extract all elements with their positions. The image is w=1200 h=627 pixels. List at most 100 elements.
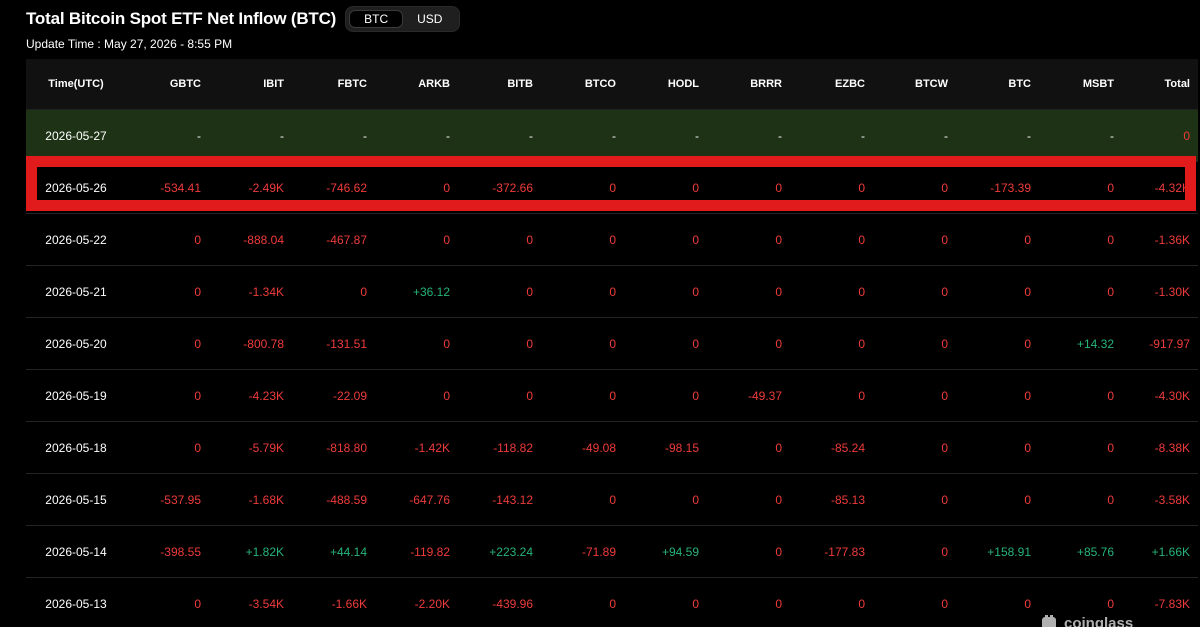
table-row[interactable]: 2026-05-21 0 -1.34K 0 +36.12 0 0 0 0 0 0 0 0 -1.30K: [26, 265, 1198, 318]
cell-msbt: -: [1039, 109, 1122, 162]
cell-bitb: -: [458, 109, 541, 162]
table-body: 2026-05-27- - - - - - - - - - - -0 2026-05-26 -534.41…: [26, 109, 1198, 627]
cell-ibit: -: [209, 109, 292, 162]
cell-ibit: -888.04: [209, 213, 292, 266]
table-row[interactable]: 2026-05-15 -537.95 -1.68K -488.59 -647.76 -14…: [26, 473, 1198, 526]
cell-ibit: +1.82K: [209, 525, 292, 578]
column-header-btc[interactable]: BTC: [956, 59, 1039, 110]
cell-bitb: +223.24: [458, 525, 541, 578]
column-header-btco[interactable]: BTCO: [541, 59, 624, 110]
unit-option-btc[interactable]: BTC: [349, 10, 404, 28]
cell-btco: -71.89: [541, 525, 624, 578]
cell-msbt: 0: [1039, 421, 1122, 474]
cell-total: 0: [1122, 109, 1198, 162]
column-header-fbtc[interactable]: FBTC: [292, 59, 375, 110]
cell-ezbc: 0: [790, 577, 873, 627]
cell-fbtc: -22.09: [292, 369, 375, 422]
cell-bitb: 0: [458, 213, 541, 266]
cell-ezbc: 0: [790, 265, 873, 318]
cell-brrr: -49.37: [707, 369, 790, 422]
cell-btc: 0: [956, 473, 1039, 526]
cell-btcw: 0: [873, 213, 956, 266]
cell-gbtc: 0: [126, 265, 209, 318]
cell-btco: -49.08: [541, 421, 624, 474]
cell-btc: 0: [956, 369, 1039, 422]
cell-fbtc: -746.62: [292, 161, 375, 214]
column-header-gbtc[interactable]: GBTC: [126, 59, 209, 110]
cell-gbtc: -537.95: [126, 473, 209, 526]
cell-hodl: 0: [624, 577, 707, 627]
cell-bitb: -372.66: [458, 161, 541, 214]
table-row[interactable]: 2026-05-13 0 -3.54K -1.66K -2.20K -439.96 0 0 0 0…: [26, 577, 1198, 627]
cell-btco: 0: [541, 317, 624, 370]
cell-fbtc: -1.66K: [292, 577, 375, 627]
cell-total: -7.83K: [1122, 577, 1198, 627]
table-row[interactable]: 2026-05-18 0 -5.79K -818.80 -1.42K -118.82 -49…: [26, 421, 1198, 474]
coinglass-logo-icon: [1042, 615, 1056, 627]
cell-bitb: -118.82: [458, 421, 541, 474]
column-header-bitb[interactable]: BITB: [458, 59, 541, 110]
table-row[interactable]: 2026-05-20 0 -800.78 -131.51 0 0 0 0 0 0 0 0 +14.32-…: [26, 317, 1198, 370]
column-header-msbt[interactable]: MSBT: [1039, 59, 1122, 110]
cell-bitb: -143.12: [458, 473, 541, 526]
column-header-brrr[interactable]: BRRR: [707, 59, 790, 110]
table-row[interactable]: 2026-05-26 -534.41 -2.49K -746.62 0 -372.66 0 0…: [26, 161, 1198, 214]
cell-arkb: -2.20K: [375, 577, 458, 627]
column-header-ibit[interactable]: IBIT: [209, 59, 292, 110]
cell-btc: 0: [956, 265, 1039, 318]
cell-btco: 0: [541, 265, 624, 318]
column-header-hodl[interactable]: HODL: [624, 59, 707, 110]
cell-msbt: 0: [1039, 265, 1122, 318]
cell-brrr: -: [707, 109, 790, 162]
cell-arkb: -119.82: [375, 525, 458, 578]
unit-option-usd[interactable]: USD: [403, 10, 456, 28]
cell-btcw: 0: [873, 577, 956, 627]
cell-btcw: 0: [873, 317, 956, 370]
row-date: 2026-05-20: [26, 317, 126, 370]
cell-gbtc: 0: [126, 213, 209, 266]
column-header-arkb[interactable]: ARKB: [375, 59, 458, 110]
row-date: 2026-05-13: [26, 577, 126, 627]
row-date: 2026-05-26: [26, 161, 126, 214]
cell-ezbc: 0: [790, 369, 873, 422]
unit-toggle: BTC USD: [345, 6, 461, 32]
column-header-total[interactable]: Total: [1122, 59, 1198, 110]
cell-hodl: -98.15: [624, 421, 707, 474]
table-header-row: Time(UTC) GBTC IBIT FBTC ARKB BITB BTCO HODL BRR…: [26, 59, 1198, 110]
cell-arkb: 0: [375, 213, 458, 266]
cell-btc: 0: [956, 421, 1039, 474]
cell-btcw: 0: [873, 369, 956, 422]
coinglass-watermark: coinglass: [1040, 614, 1133, 627]
cell-brrr: 0: [707, 421, 790, 474]
cell-arkb: 0: [375, 161, 458, 214]
cell-bitb: 0: [458, 317, 541, 370]
cell-ezbc: -85.24: [790, 421, 873, 474]
cell-btcw: 0: [873, 421, 956, 474]
cell-brrr: 0: [707, 265, 790, 318]
cell-fbtc: -131.51: [292, 317, 375, 370]
cell-gbtc: 0: [126, 317, 209, 370]
cell-ezbc: -85.13: [790, 473, 873, 526]
column-header-ezbc[interactable]: EZBC: [790, 59, 873, 110]
row-date: 2026-05-27: [26, 109, 126, 162]
row-date: 2026-05-21: [26, 265, 126, 318]
cell-arkb: -647.76: [375, 473, 458, 526]
column-header-time-utc[interactable]: Time(UTC): [26, 59, 126, 110]
table-row[interactable]: 2026-05-27- - - - - - - - - - - -0: [26, 109, 1198, 162]
watermark-text: coinglass: [1064, 614, 1134, 627]
cell-total: +1.66K: [1122, 525, 1198, 578]
cell-btc: -: [956, 109, 1039, 162]
table-row[interactable]: 2026-05-22 0 -888.04 -467.87 0 0 0 0 0 0 0 0 0 -1.36K: [26, 213, 1198, 266]
row-date: 2026-05-15: [26, 473, 126, 526]
column-header-btcw[interactable]: BTCW: [873, 59, 956, 110]
table-row[interactable]: 2026-05-19 0 -4.23K -22.09 0 0 0 0 -49.37 0 0 0 0 -4.…: [26, 369, 1198, 422]
cell-arkb: -: [375, 109, 458, 162]
cell-hodl: 0: [624, 265, 707, 318]
cell-fbtc: -488.59: [292, 473, 375, 526]
row-date: 2026-05-19: [26, 369, 126, 422]
cell-btco: 0: [541, 577, 624, 627]
table-row[interactable]: 2026-05-14 -398.55 +1.82K +44.14 -119.82 +223…: [26, 525, 1198, 578]
page-title: Total Bitcoin Spot ETF Net Inflow (BTC): [26, 9, 337, 28]
cell-ibit: -3.54K: [209, 577, 292, 627]
cell-btc: +158.91: [956, 525, 1039, 578]
